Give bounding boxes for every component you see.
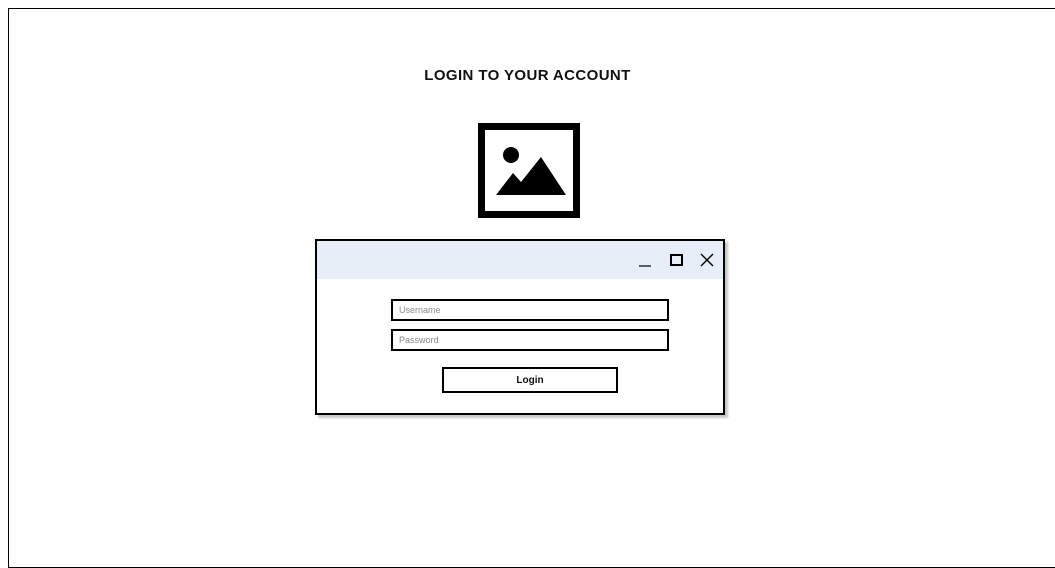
page-title: LOGIN TO YOUR ACCOUNT (424, 67, 631, 84)
close-icon[interactable] (698, 251, 716, 269)
username-input[interactable] (391, 299, 669, 321)
minimize-icon[interactable] (637, 251, 655, 269)
password-input[interactable] (391, 329, 669, 351)
login-button[interactable]: Login (442, 367, 618, 393)
dialog-titlebar[interactable] (317, 241, 723, 279)
login-dialog: Login (315, 239, 725, 415)
page-canvas: LOGIN TO YOUR ACCOUNT Username Login (0, 0, 1055, 568)
image-icon (478, 123, 580, 218)
maximize-icon[interactable] (668, 251, 686, 269)
